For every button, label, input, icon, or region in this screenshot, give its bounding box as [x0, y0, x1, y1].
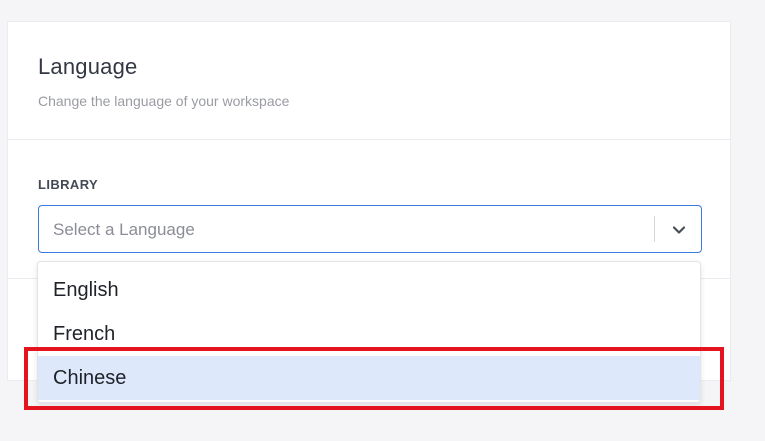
card-header: Language Change the language of your wor…: [8, 22, 730, 140]
page-subtitle: Change the language of your workspace: [38, 93, 290, 109]
annotation-highlight-box: [24, 347, 724, 410]
option-english[interactable]: English: [38, 268, 700, 312]
language-select-placeholder: Select a Language: [53, 220, 195, 239]
page-title: Language: [38, 54, 138, 79]
library-field-label: LIBRARY: [38, 177, 99, 192]
select-divider: [654, 216, 655, 242]
language-select[interactable]: Select a Language: [38, 205, 702, 253]
chevron-down-icon[interactable]: [669, 220, 689, 240]
